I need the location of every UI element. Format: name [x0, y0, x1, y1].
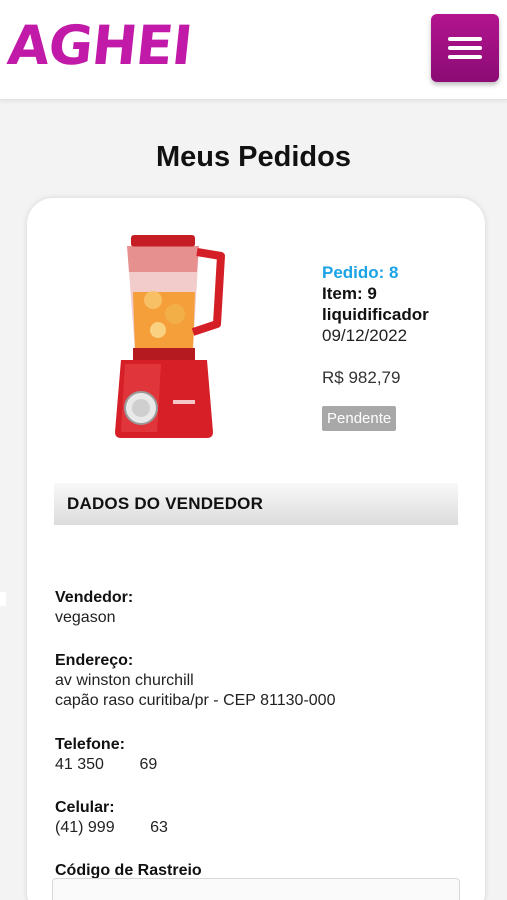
order-summary: Pedido: 8 Item: 9 liquidificador 09/12/2…	[322, 262, 429, 431]
hamburger-menu-button[interactable]	[431, 14, 499, 82]
address-field: Endereço: av winston churchill capão ras…	[55, 651, 335, 711]
order-card: Pedido: 8 Item: 9 liquidificador 09/12/2…	[27, 198, 485, 900]
phone-field: Telefone: 41 350 69	[55, 735, 157, 775]
phone-label: Telefone:	[55, 736, 125, 753]
scroll-edge-marker	[0, 592, 6, 606]
address-line-2: capão raso curitiba/pr - CEP 81130-000	[55, 692, 336, 709]
mobile-field: Celular: (41) 999 63	[55, 798, 168, 838]
tracking-code-box[interactable]	[52, 878, 460, 900]
address-label: Endereço:	[55, 652, 134, 669]
order-price: R$ 982,79	[322, 368, 401, 387]
section-title: DADOS DO VENDEDOR	[67, 494, 264, 513]
product-image[interactable]	[103, 232, 253, 447]
vendor-label: Vendedor:	[55, 589, 134, 606]
status-badge: Pendente	[322, 406, 397, 431]
mobile-value: (41) 999 63	[55, 819, 168, 836]
vendor-value: vegason	[55, 609, 116, 626]
page-title: Meus Pedidos	[156, 141, 351, 173]
order-date: 09/12/2022	[322, 326, 408, 345]
vendor-field: Vendedor: vegason	[55, 588, 133, 628]
hamburger-menu-icon	[448, 55, 482, 59]
seller-section-header: DADOS DO VENDEDOR	[54, 483, 458, 525]
phone-value: 41 350 69	[55, 756, 158, 773]
product-name: liquidificador	[322, 305, 429, 324]
hamburger-menu-icon	[448, 37, 482, 41]
order-item-id: Item: 9	[322, 284, 377, 303]
hamburger-menu-icon	[448, 46, 482, 50]
top-navbar: AGHEI	[0, 0, 507, 100]
mobile-label: Celular:	[55, 799, 115, 816]
brand-logo[interactable]: AGHEI	[5, 14, 195, 78]
order-number: Pedido: 8	[322, 263, 399, 282]
address-line-1: av winston churchill	[55, 672, 194, 689]
